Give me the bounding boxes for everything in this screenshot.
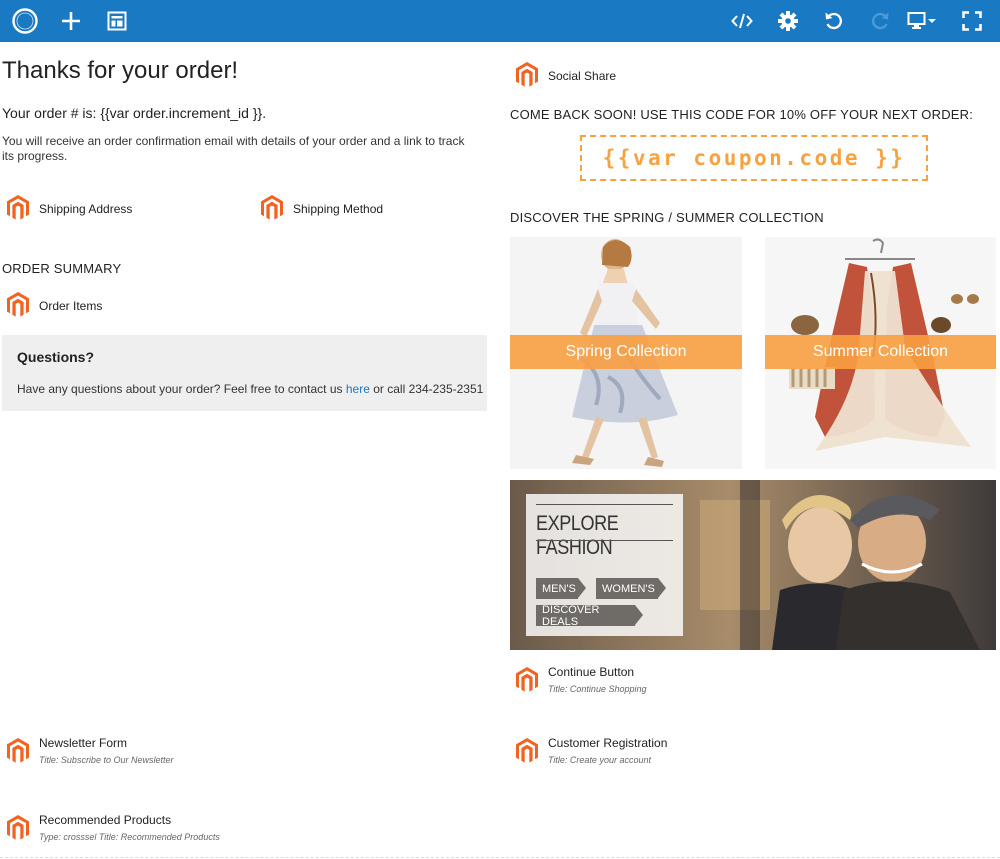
social-share-widget[interactable]: Social Share: [516, 62, 616, 88]
explore-fashion-banner[interactable]: EXPLORE FASHION MEN'S WOMEN'S DISCOVER D…: [510, 480, 996, 650]
fullscreen-icon[interactable]: [957, 6, 987, 36]
mens-tag[interactable]: MEN'S: [536, 578, 586, 599]
questions-box: Questions? Have any questions about your…: [2, 335, 487, 411]
desktop-icon[interactable]: [905, 6, 939, 36]
order-items-label: Order Items: [39, 299, 103, 313]
undo-icon[interactable]: [819, 6, 849, 36]
code-icon[interactable]: [727, 6, 757, 36]
order-items-widget[interactable]: Order Items: [7, 292, 102, 318]
shipping-method-widget[interactable]: Shipping Method: [261, 195, 383, 221]
logo-ring-icon[interactable]: [10, 6, 40, 36]
continue-button-widget[interactable]: Continue Button Title: Continue Shopping: [516, 665, 647, 694]
recommended-products-label: Recommended Products: [39, 813, 172, 827]
shipping-address-label: Shipping Address: [39, 202, 133, 216]
contact-link[interactable]: here: [346, 382, 370, 396]
editor-toolbar: [0, 0, 1000, 42]
magento-logo-icon: [516, 62, 538, 88]
summer-collection-promo[interactable]: Summer Collection: [765, 237, 996, 469]
recommended-products-subtitle: Type: crosssel Title: Recommended Produc…: [39, 832, 220, 842]
questions-text-before: Have any questions about your order? Fee…: [17, 382, 343, 396]
gear-icon[interactable]: [773, 6, 803, 36]
discover-deals-tag[interactable]: DISCOVER DEALS: [536, 604, 643, 628]
order-number-text: Your order # is: {{var order.increment_i…: [2, 105, 267, 121]
questions-text-after: or call 234-235-2351: [373, 382, 484, 396]
continue-button-subtitle: Title: Continue Shopping: [548, 684, 647, 694]
fashion-divider-top: [536, 504, 673, 505]
magento-logo-icon: [7, 292, 29, 318]
customer-registration-label: Customer Registration: [548, 736, 668, 750]
spring-collection-promo[interactable]: Spring Collection: [510, 237, 742, 469]
continue-button-label: Continue Button: [548, 665, 635, 679]
magento-logo-icon: [7, 738, 29, 764]
customer-registration-widget[interactable]: Customer Registration Title: Create your…: [516, 736, 667, 765]
template-icon[interactable]: [102, 6, 132, 36]
magento-logo-icon: [7, 195, 29, 221]
shipping-address-widget[interactable]: Shipping Address: [7, 195, 132, 221]
newsletter-form-subtitle: Title: Subscribe to Our Newsletter: [39, 755, 174, 765]
questions-title: Questions?: [17, 349, 95, 365]
newsletter-form-widget[interactable]: Newsletter Form Title: Subscribe to Our …: [7, 736, 173, 765]
come-back-heading: COME BACK SOON! USE THIS CODE FOR 10% OF…: [510, 107, 974, 122]
customer-registration-subtitle: Title: Create your account: [548, 755, 651, 765]
shipping-method-label: Shipping Method: [293, 202, 384, 216]
magento-logo-icon: [7, 815, 29, 841]
plus-icon[interactable]: [56, 6, 86, 36]
magento-logo-icon: [261, 195, 283, 221]
recommended-products-widget[interactable]: Recommended Products Type: crosssel Titl…: [7, 813, 220, 842]
magento-logo-icon: [516, 667, 538, 693]
coupon-code-box: {{var coupon.code }}: [580, 135, 928, 181]
questions-text: Have any questions about your order? Fee…: [17, 382, 483, 396]
collection-heading: DISCOVER THE SPRING / SUMMER COLLECTION: [510, 210, 824, 225]
social-share-label: Social Share: [548, 69, 617, 83]
spring-collection-label: Spring Collection: [510, 335, 742, 369]
explore-fashion-overlay: EXPLORE FASHION MEN'S WOMEN'S DISCOVER D…: [526, 494, 683, 636]
magento-logo-icon: [516, 738, 538, 764]
order-summary-heading: ORDER SUMMARY: [2, 261, 122, 276]
summer-collection-label: Summer Collection: [765, 335, 996, 369]
redo-icon[interactable]: [865, 6, 895, 36]
womens-tag[interactable]: WOMEN'S: [596, 578, 666, 599]
fashion-divider-bottom: [536, 540, 673, 541]
confirmation-text: You will receive an order confirmation e…: [2, 134, 465, 163]
newsletter-form-label: Newsletter Form: [39, 736, 128, 750]
page-title: Thanks for your order!: [2, 57, 239, 84]
explore-fashion-title: EXPLORE FASHION: [536, 512, 619, 559]
